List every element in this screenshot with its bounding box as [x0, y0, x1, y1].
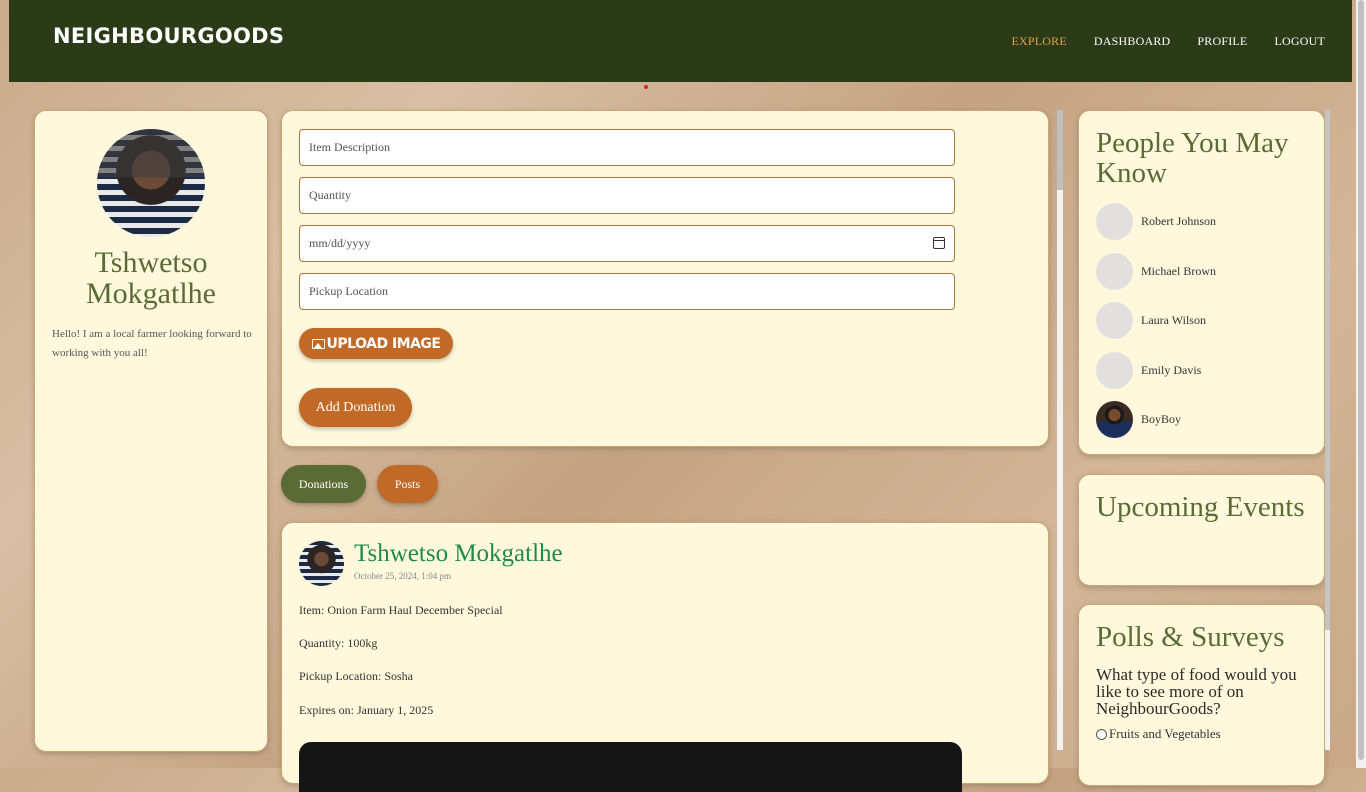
people-you-may-know-card: People You May Know Robert Johnson Micha… — [1078, 110, 1325, 455]
tab-donations[interactable]: Donations — [281, 465, 366, 503]
events-title: Upcoming Events — [1096, 491, 1305, 523]
person-name: Emily Davis — [1141, 362, 1202, 377]
page-scrollbar[interactable] — [1356, 0, 1366, 768]
post-expiry: Expires on: January 1, 2025 — [299, 703, 434, 717]
poll-option-label: Fruits and Vegetables — [1109, 726, 1221, 741]
donation-form-card: UPLOAD IMAGE Add Donation — [281, 110, 1049, 447]
calendar-icon[interactable] — [933, 237, 945, 249]
person-avatar — [1096, 252, 1133, 290]
radio-button[interactable] — [1096, 728, 1107, 740]
person-avatar — [1096, 202, 1133, 240]
image-icon — [311, 338, 325, 349]
nav-explore[interactable]: EXPLORE — [1012, 34, 1067, 49]
upload-image-button[interactable]: UPLOAD IMAGE — [299, 328, 453, 359]
post-author-avatar[interactable] — [299, 541, 344, 586]
post-item: Item: Onion Farm Haul December Special — [299, 603, 503, 617]
upload-image-label: UPLOAD IMAGE — [326, 335, 441, 352]
sidebar-scrollbar[interactable] — [1325, 110, 1330, 750]
nav-dashboard[interactable]: DASHBOARD — [1094, 34, 1170, 49]
red-dot-marker — [644, 85, 648, 89]
person-item[interactable]: BoyBoy — [1096, 400, 1181, 438]
expiry-date-input[interactable] — [299, 225, 955, 262]
feed-scrollbar-thumb[interactable] — [1057, 110, 1063, 190]
profile-name: Tshwetso Mokgatlhe — [86, 246, 216, 310]
person-name: BoyBoy — [1141, 411, 1182, 426]
item-description-input[interactable] — [299, 129, 955, 166]
person-item[interactable]: Emily Davis — [1096, 351, 1201, 389]
person-name: Laura Wilson — [1141, 312, 1206, 327]
quantity-input[interactable] — [299, 177, 955, 214]
pickup-location-input[interactable] — [299, 273, 955, 310]
profile-card: Tshwetso Mokgatlhe Hello! I am a local f… — [34, 110, 268, 752]
person-name: Robert Johnson — [1141, 213, 1216, 228]
person-avatar — [1096, 400, 1133, 438]
post-image[interactable] — [299, 742, 962, 792]
post-date: October 25, 2024, 1:04 pm — [354, 571, 451, 581]
person-item[interactable]: Laura Wilson — [1096, 301, 1206, 339]
post-quantity: Quantity: 100kg — [299, 636, 378, 650]
tab-posts[interactable]: Posts — [377, 465, 438, 503]
upcoming-events-card: Upcoming Events — [1078, 474, 1325, 586]
nav-profile[interactable]: PROFILE — [1197, 34, 1247, 49]
person-item[interactable]: Michael Brown — [1096, 252, 1216, 290]
top-navbar: NEIGHBOURGOODS EXPLORE DASHBOARD PROFILE… — [9, 0, 1352, 82]
profile-bio: Hello! I am a local farmer looking forwa… — [52, 328, 252, 359]
people-title: People You May Know — [1096, 127, 1289, 189]
polls-surveys-card: Polls & Surveys What type of food would … — [1078, 604, 1325, 786]
person-avatar — [1096, 301, 1133, 339]
donation-post-card: Tshwetso Mokgatlhe October 25, 2024, 1:0… — [281, 522, 1049, 792]
person-name: Michael Brown — [1141, 263, 1216, 278]
nav-logout[interactable]: LOGOUT — [1274, 34, 1325, 49]
feed-scrollbar[interactable] — [1057, 110, 1063, 750]
post-author-name[interactable]: Tshwetso Mokgatlhe — [354, 540, 563, 568]
person-item[interactable]: Robert Johnson — [1096, 202, 1216, 240]
polls-title: Polls & Surveys — [1096, 621, 1285, 653]
sidebar-scrollbar-thumb[interactable] — [1325, 110, 1330, 630]
page-scrollbar-thumb[interactable] — [1358, 0, 1364, 760]
poll-question: What type of food would you like to see … — [1096, 665, 1297, 718]
person-avatar — [1096, 351, 1133, 389]
poll-option[interactable]: Fruits and Vegetables — [1096, 726, 1221, 742]
brand-logo[interactable]: NEIGHBOURGOODS — [53, 24, 284, 48]
main-nav: EXPLORE DASHBOARD PROFILE LOGOUT — [1012, 34, 1326, 49]
add-donation-button[interactable]: Add Donation — [299, 388, 412, 427]
profile-avatar — [97, 129, 205, 237]
post-pickup-location: Pickup Location: Sosha — [299, 669, 413, 683]
